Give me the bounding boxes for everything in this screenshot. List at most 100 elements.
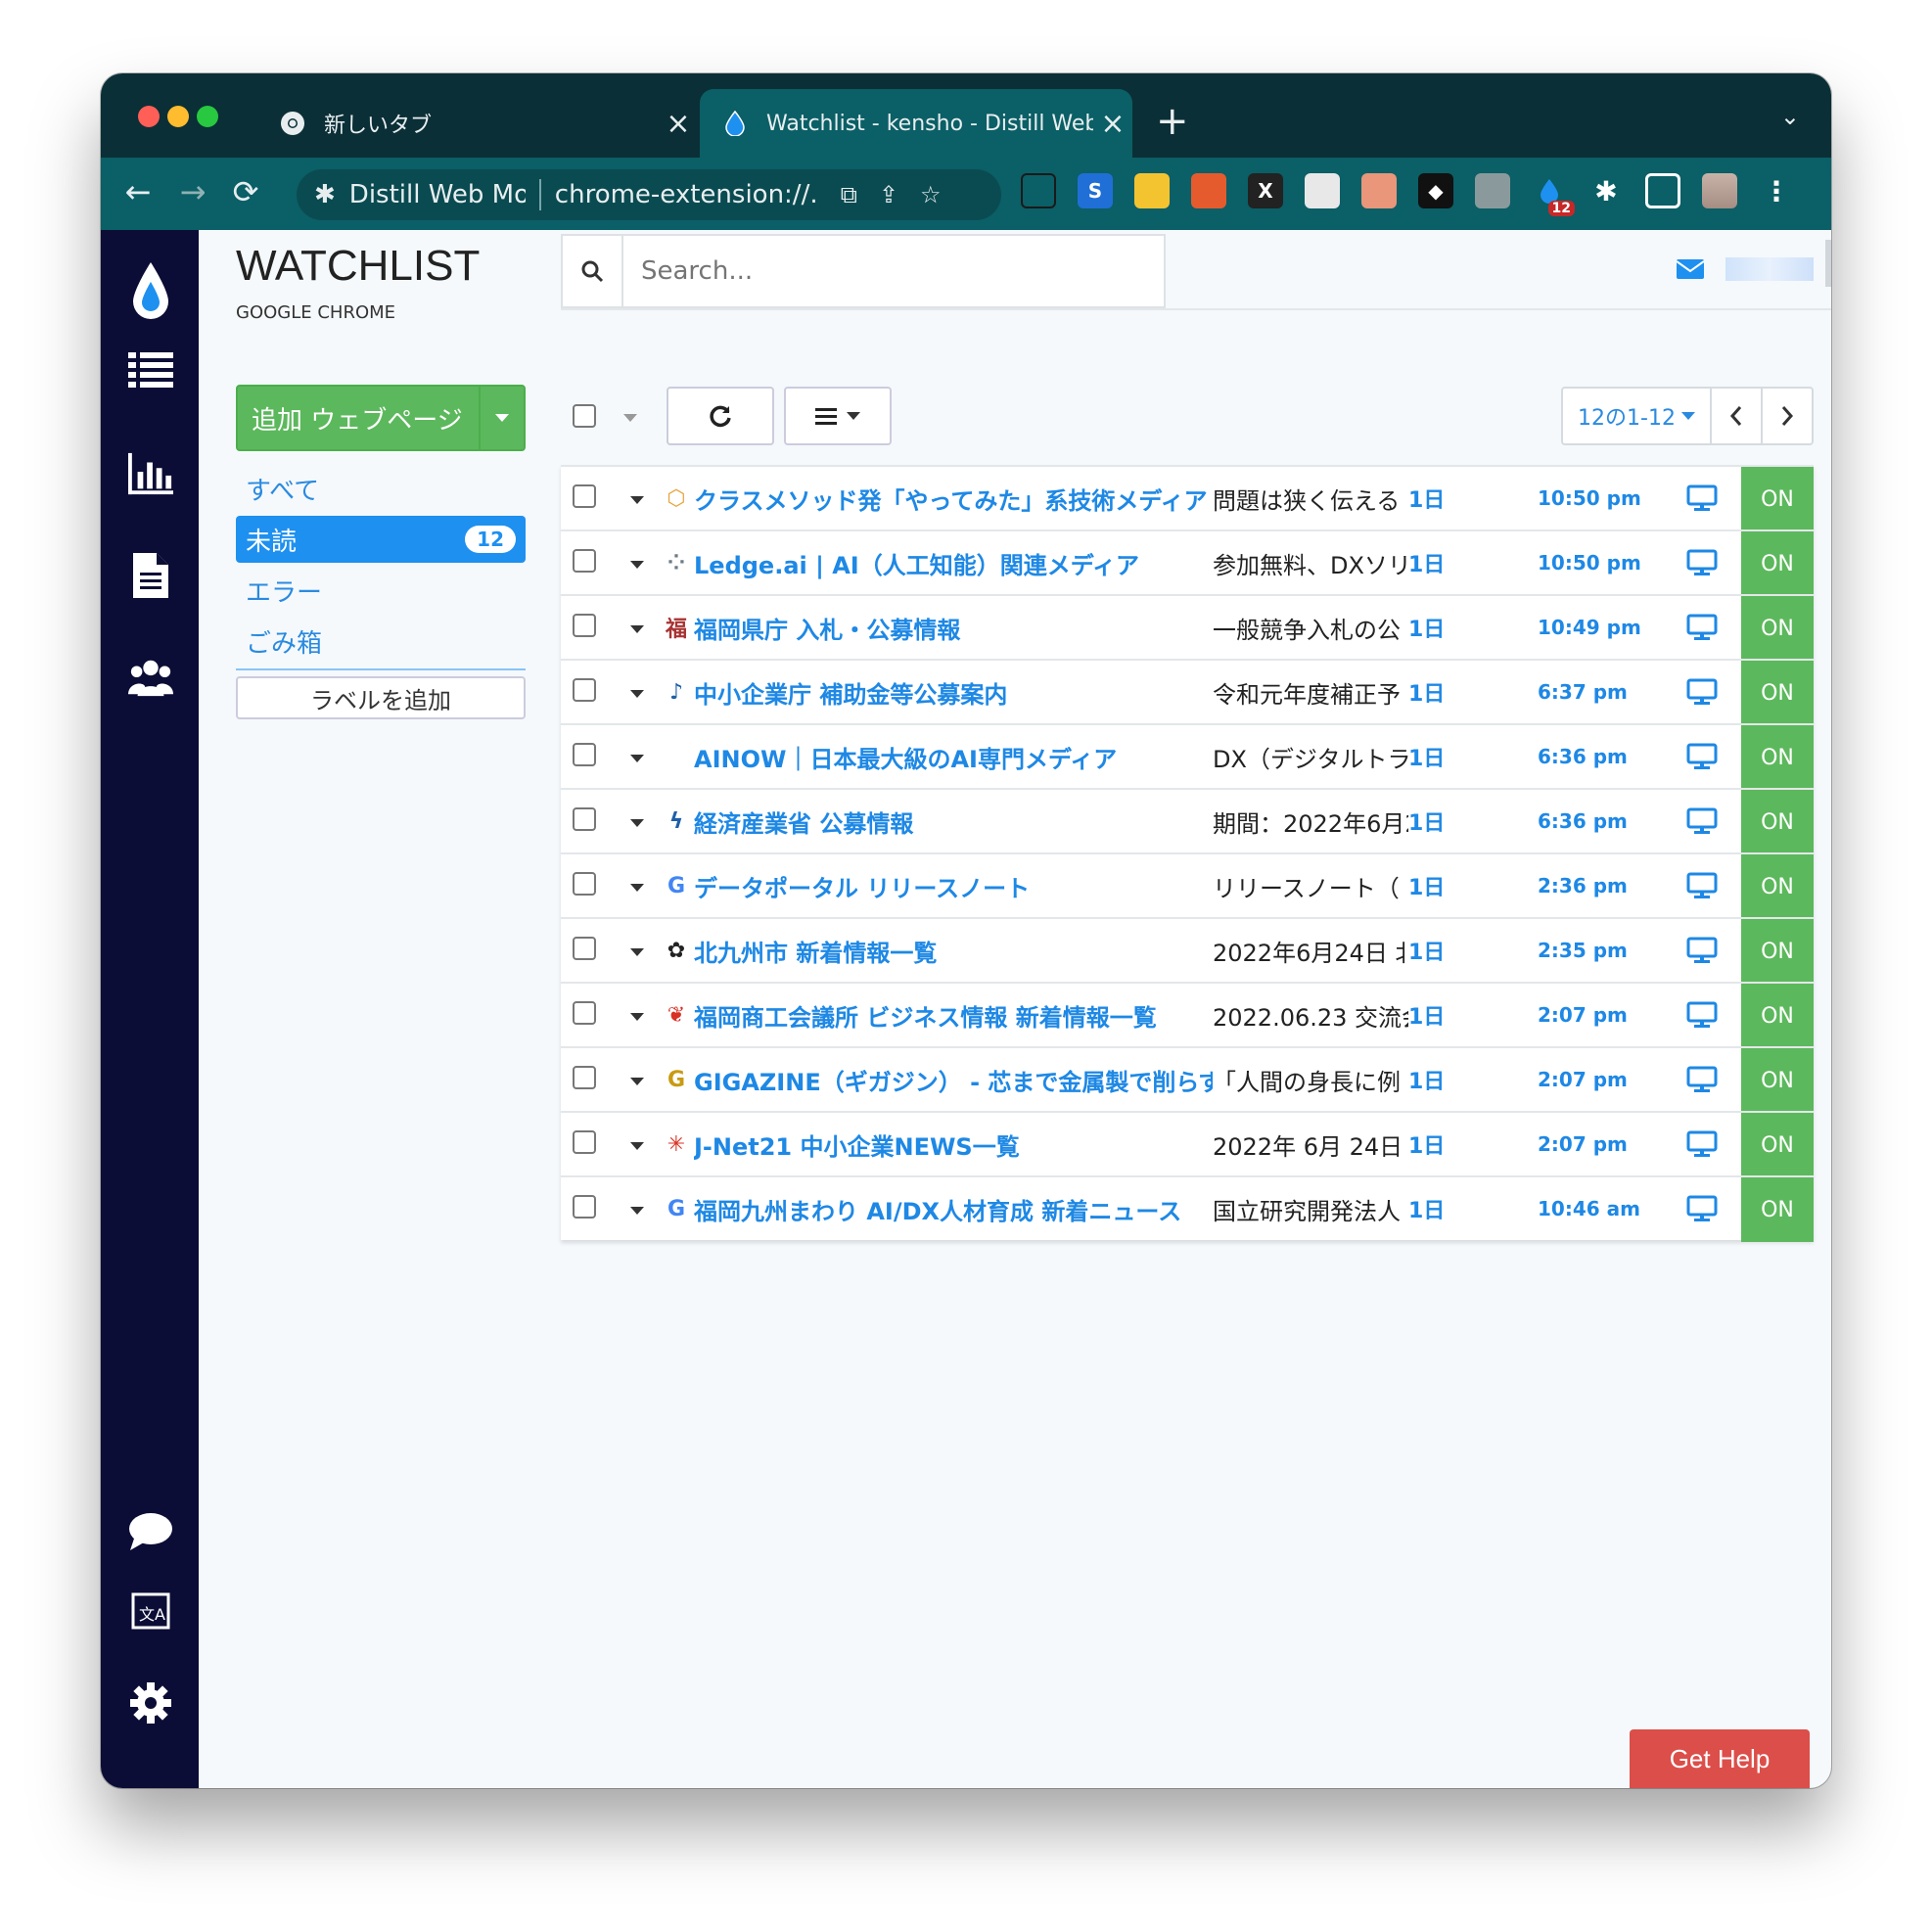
close-window-button[interactable] [138, 106, 160, 127]
row-checkbox[interactable] [573, 807, 596, 831]
reload-icon[interactable]: ⟳ [226, 173, 265, 210]
bulk-actions-button[interactable] [784, 387, 892, 445]
status-toggle[interactable]: ON [1741, 854, 1814, 919]
status-toggle[interactable]: ON [1741, 919, 1814, 984]
table-row[interactable]: AINOW｜日本最大級のAI専門メディア DX（デジタルトラ 1日 6:36 pm ON [561, 723, 1814, 790]
user-name[interactable] [1725, 257, 1814, 281]
page-range-dropdown[interactable]: 12の1-12 [1563, 389, 1710, 443]
status-toggle[interactable]: ON [1741, 1048, 1814, 1113]
share-icon[interactable]: ⇪ [879, 181, 898, 208]
status-toggle[interactable]: ON [1741, 596, 1814, 661]
status-toggle[interactable]: ON [1741, 467, 1814, 531]
table-row[interactable]: ♪ 中小企業庁 補助金等公募案内 令和元年度補正予 1日 6:37 pm ON [561, 659, 1814, 725]
chevron-down-icon[interactable]: ⌄ [1780, 103, 1800, 130]
filter-trash[interactable]: ごみ箱 [236, 618, 526, 665]
monitor-name-link[interactable]: GIGAZINE（ギガジン） - 芯まで金属製で削らずに [694, 1063, 1213, 1097]
monitor-icon[interactable] [1665, 614, 1739, 641]
monitor-icon[interactable] [1665, 549, 1739, 576]
table-row[interactable]: ϟ 経済産業省 公募情報 期間：2022年6月2 1日 6:36 pm ON [561, 788, 1814, 854]
row-checkbox[interactable] [573, 678, 596, 702]
extension-paint-icon[interactable] [1475, 173, 1510, 208]
new-tab-button[interactable]: + [1156, 99, 1189, 144]
monitor-name-link[interactable]: AINOW｜日本最大級のAI専門メディア [694, 740, 1213, 774]
more-menu-icon[interactable]: ⋮ [1759, 173, 1794, 208]
status-toggle[interactable]: ON [1741, 531, 1814, 596]
monitor-icon[interactable] [1665, 1130, 1739, 1158]
row-checkbox[interactable] [573, 743, 596, 766]
table-row[interactable]: G データポータル リリースノート リリースノート（ 1日 2:36 pm ON [561, 852, 1814, 919]
monitor-icon[interactable] [1665, 872, 1739, 899]
address-bar[interactable]: ✱ Distill Web Monitor chrome-extension:/… [297, 169, 1001, 220]
filter-unread[interactable]: 未読 12 [236, 516, 526, 563]
table-row[interactable]: ❦ 福岡商工会議所 ビジネス情報 新着情報一覧 2022.06.23 交流会 1日 2:… [561, 982, 1814, 1048]
puzzle-icon[interactable]: ✱ [1588, 173, 1624, 208]
get-help-button[interactable]: Get Help [1630, 1729, 1810, 1788]
monitor-name-link[interactable]: J-Net21 中小企業NEWS一覧 [694, 1127, 1213, 1162]
monitor-icon[interactable] [1665, 484, 1739, 512]
row-menu-caret[interactable] [630, 947, 644, 956]
row-checkbox[interactable] [573, 484, 596, 508]
row-checkbox[interactable] [573, 937, 596, 960]
row-menu-caret[interactable] [630, 560, 644, 569]
extension-code-icon[interactable]: ◆ [1418, 173, 1453, 208]
row-menu-caret[interactable] [630, 689, 644, 698]
next-page-button[interactable] [1761, 389, 1812, 443]
extension-lighthouse-icon[interactable] [1191, 173, 1226, 208]
prev-page-button[interactable] [1710, 389, 1761, 443]
close-icon[interactable]: × [1093, 107, 1132, 141]
chart-icon[interactable] [128, 451, 173, 496]
search-input[interactable] [623, 236, 1164, 306]
monitor-icon[interactable] [1665, 1066, 1739, 1093]
status-toggle[interactable]: ON [1741, 725, 1814, 790]
maximize-window-button[interactable] [197, 106, 218, 127]
search-icon[interactable] [563, 236, 623, 306]
table-row[interactable]: ⬡ クラスメソッド発「やってみた」系技術メディア 問題は狭く伝える 1日 10:50 p… [561, 465, 1814, 531]
filter-all[interactable]: すべて [236, 465, 526, 512]
status-toggle[interactable]: ON [1741, 661, 1814, 725]
filter-error[interactable]: エラー [236, 567, 526, 614]
row-menu-caret[interactable] [630, 624, 644, 633]
row-menu-caret[interactable] [630, 754, 644, 762]
monitor-icon[interactable] [1665, 743, 1739, 770]
tab-new-tab[interactable]: 新しいタブ × [257, 89, 698, 158]
chevron-down-icon[interactable] [479, 387, 524, 449]
row-checkbox[interactable] [573, 872, 596, 896]
row-menu-caret[interactable] [630, 1206, 644, 1215]
gear-icon[interactable] [128, 1680, 173, 1725]
minimize-window-button[interactable] [167, 106, 189, 127]
extension-color-icon[interactable] [1361, 173, 1397, 208]
monitor-icon[interactable] [1665, 1001, 1739, 1029]
distill-extension-icon[interactable]: 12 [1532, 173, 1575, 216]
forward-arrow-icon[interactable]: → [173, 173, 212, 210]
extension-x-icon[interactable]: X [1248, 173, 1283, 208]
monitor-icon[interactable] [1665, 807, 1739, 835]
monitor-name-link[interactable]: 経済産業省 公募情報 [694, 805, 1213, 839]
monitor-name-link[interactable]: 北九州市 新着情報一覧 [694, 934, 1213, 968]
extension-square-icon[interactable] [1305, 173, 1340, 208]
add-webpage-button[interactable]: 追加 ウェブページ [236, 385, 526, 451]
extension-s-icon[interactable]: S [1078, 173, 1113, 208]
monitor-name-link[interactable]: 中小企業庁 補助金等公募案内 [694, 675, 1213, 710]
refresh-button[interactable] [667, 387, 774, 445]
close-icon[interactable]: × [659, 107, 698, 141]
avatar[interactable] [1702, 173, 1737, 208]
monitor-icon[interactable] [1665, 678, 1739, 706]
tab-watchlist[interactable]: Watchlist - kensho - Distill Web Monitor… [700, 89, 1132, 158]
row-checkbox[interactable] [573, 1130, 596, 1154]
row-checkbox[interactable] [573, 1001, 596, 1025]
chat-icon[interactable] [128, 1508, 173, 1553]
row-checkbox[interactable] [573, 614, 596, 637]
table-row[interactable]: ✳ J-Net21 中小企業NEWS一覧 2022年 6月 24日 1日 2:07 pm… [561, 1111, 1814, 1177]
sidepanel-icon[interactable] [1645, 173, 1680, 208]
monitor-name-link[interactable]: 福岡県庁 入札・公募情報 [694, 611, 1213, 645]
star-icon[interactable]: ☆ [920, 181, 942, 208]
mail-icon[interactable] [1676, 259, 1705, 283]
row-checkbox[interactable] [573, 1066, 596, 1089]
back-arrow-icon[interactable]: ← [118, 173, 158, 210]
monitor-name-link[interactable]: データポータル リリースノート [694, 869, 1213, 903]
table-row[interactable]: G 福岡九州まわり AI/DX人材育成 新着ニュース 国立研究開発法人 1日 10:46… [561, 1175, 1814, 1242]
monitor-name-link[interactable]: クラスメソッド発「やってみた」系技術メディア [694, 482, 1213, 516]
url-text[interactable]: chrome-extension://... [555, 180, 819, 209]
monitor-icon[interactable] [1665, 1195, 1739, 1222]
monitor-name-link[interactable]: 福岡商工会議所 ビジネス情報 新着情報一覧 [694, 998, 1213, 1033]
